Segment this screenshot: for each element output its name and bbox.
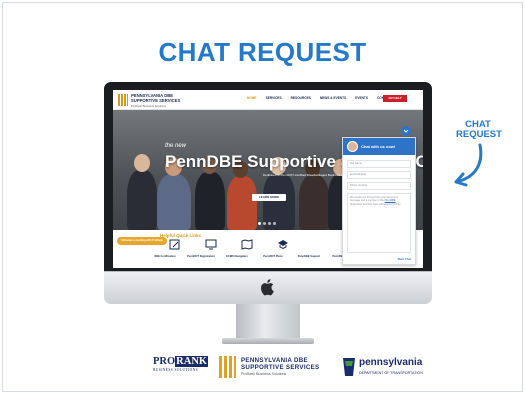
nav-item-services[interactable]: SERVICES xyxy=(266,96,282,100)
photo-person-head xyxy=(134,154,150,172)
quick-link-penndot-registration[interactable]: PennDOT Registration xyxy=(187,255,215,258)
quick-link-ecms-navigation[interactable]: ECMS Navigation xyxy=(223,255,251,258)
pa-dbe-logo: PENNSYLVANIA DBE SUPPORTIVE SERVICES Pro… xyxy=(219,356,331,380)
carousel-dots[interactable] xyxy=(258,222,276,225)
prorank-logo: PRORANK BUSINESS SOLUTIONS xyxy=(153,356,209,372)
photo-person xyxy=(127,170,157,230)
chat-email-field[interactable]: Email address xyxy=(347,171,411,179)
quick-links-title: Helpful Quick Links xyxy=(160,233,201,238)
carousel-dot[interactable] xyxy=(258,222,261,225)
footer-logos: PRORANK BUSINESS SOLUTIONS PENNSYLVANIA … xyxy=(0,352,525,382)
imac-stand-foot xyxy=(222,338,314,344)
quick-link-dbe-certification[interactable]: DBE Certification xyxy=(151,255,179,258)
photo-person xyxy=(157,174,191,230)
nav-item-news-events[interactable]: NEWS & EVENTS xyxy=(320,96,346,100)
start-chat-button[interactable]: Start Chat xyxy=(398,257,411,261)
schedule-meeting-button[interactable]: Schedule a meeting with ProRank xyxy=(117,237,167,245)
quick-link-penndbe-support[interactable]: PennDBE Support xyxy=(295,255,323,258)
hero-subtitle: the new xyxy=(165,143,187,149)
penndot-logo: pennsylvania DEPARTMENT OF TRANSPORTATIO… xyxy=(342,356,442,380)
chat-header: Chat with us now! xyxy=(343,138,415,155)
site-logo-tagline: ProRank Business Solutions xyxy=(131,103,167,108)
nav-item-home[interactable]: HOME xyxy=(247,96,257,100)
photo-person xyxy=(299,175,329,230)
keystone-icon xyxy=(343,358,355,376)
chat-widget: Chat with us now! Full Name Email addres… xyxy=(342,137,416,265)
chat-phone-field[interactable]: Phone number xyxy=(347,182,411,190)
quick-links-icons xyxy=(169,239,289,250)
learn-more-button[interactable]: LEARN MORE xyxy=(252,194,286,201)
imac-stand-neck xyxy=(236,304,300,342)
monitor-icon[interactable] xyxy=(205,239,217,250)
chat-request-annotation: CHAT REQUEST xyxy=(456,119,502,140)
quick-link-penndot-plans[interactable]: PennDOT Plans xyxy=(259,255,287,258)
graduation-cap-icon[interactable] xyxy=(277,239,289,250)
photo-person xyxy=(195,172,225,230)
pa-dbe-bars-icon xyxy=(219,356,236,378)
website-navbar: PENNSYLVANIA DBE SUPPORTIVE SERVICES Pro… xyxy=(113,90,423,110)
carousel-dot[interactable] xyxy=(268,222,271,225)
map-icon[interactable] xyxy=(241,239,253,250)
chat-name-field[interactable]: Full Name xyxy=(347,160,411,168)
nav-cta-button[interactable]: GET HELP xyxy=(383,95,407,102)
chat-message-field[interactable]: We would love to hear from you! Send us … xyxy=(347,193,411,253)
nav-item-events[interactable]: EVENTS xyxy=(355,96,368,100)
imac-screen: PENNSYLVANIA DBE SUPPORTIVE SERVICES Pro… xyxy=(113,90,423,268)
slide-title: CHAT REQUEST xyxy=(158,37,367,67)
curved-arrow-icon xyxy=(454,143,483,187)
carousel-dot[interactable] xyxy=(263,222,266,225)
photo-person xyxy=(227,176,257,230)
carousel-dot[interactable] xyxy=(273,222,276,225)
nav-item-resources[interactable]: RESOURCES xyxy=(291,96,311,100)
chat-agent-avatar xyxy=(347,141,358,152)
chevron-down-icon xyxy=(403,129,409,133)
chat-title: Chat with us now! xyxy=(361,144,396,149)
site-logo-icon xyxy=(118,94,128,106)
apple-logo-icon xyxy=(261,279,274,296)
edit-icon[interactable] xyxy=(169,239,181,250)
site-nav-menu: HOME SERVICES RESOURCES NEWS & EVENTS EV… xyxy=(247,96,392,100)
site-logo[interactable]: PENNSYLVANIA DBE SUPPORTIVE SERVICES xyxy=(131,93,180,103)
chat-minimize-button[interactable] xyxy=(401,126,411,136)
